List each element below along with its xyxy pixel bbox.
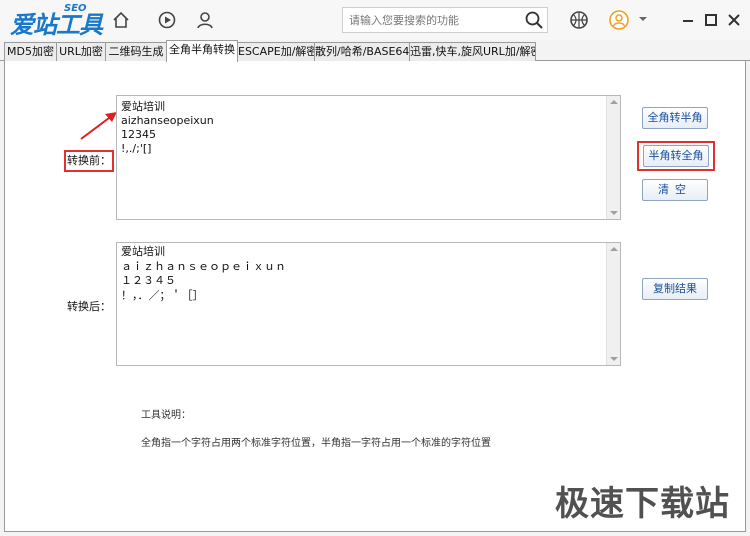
minimize-icon[interactable] <box>680 12 696 28</box>
notes-title: 工具说明： <box>141 410 191 421</box>
tab-thunder-url[interactable]: 迅雷,快车,旋风URL加/解密 <box>409 42 536 61</box>
tab-bar: MD5加密 URL加密 二维码生成 全角半角转换 ESCAPE加/解密 散列/哈… <box>0 40 750 62</box>
logo-seo: SEO <box>64 3 87 14</box>
copy-result-button[interactable]: 复制结果 <box>642 278 708 300</box>
search-box <box>342 7 548 33</box>
app-logo: 爱站工具包 SEO <box>10 3 103 74</box>
search-icon[interactable] <box>524 10 544 30</box>
full-to-half-button[interactable]: 全角转半角 <box>642 107 708 129</box>
home-icon[interactable] <box>110 9 132 31</box>
search-input[interactable] <box>349 11 519 29</box>
close-icon[interactable] <box>726 12 742 28</box>
output-line: ！，．／；＇［］ <box>121 288 204 302</box>
watermark: 极速下载站 <box>555 484 730 524</box>
scroll-up-icon[interactable] <box>610 247 618 251</box>
maximize-icon[interactable] <box>703 12 719 28</box>
input-line: !,./;'[] <box>121 142 152 155</box>
input-line: 爱站培训 <box>121 100 165 113</box>
clear-button[interactable]: 清空 <box>642 179 708 201</box>
input-line: 12345 <box>121 128 156 141</box>
basketball-icon[interactable] <box>568 9 590 31</box>
scroll-down-icon[interactable] <box>610 357 618 361</box>
output-line: 爱站培训 <box>121 245 165 258</box>
notes-text: 全角指一个字符占用两个标准字符位置，半角指一字符占用一个标准的字符位置 <box>141 438 491 449</box>
scroll-down-icon[interactable] <box>610 211 618 215</box>
input-textarea[interactable]: 爱站培训 aizhanseopeixun 12345 !,./;'[] <box>116 95 621 220</box>
output-line: ａｉｚｈａｎｓｅｏｐｅｉｘｕｎ <box>121 259 286 273</box>
tab-fullhalf[interactable]: 全角半角转换 <box>166 40 238 62</box>
tab-hash-base64[interactable]: 散列/哈希/BASE64 <box>314 42 410 61</box>
play-icon[interactable] <box>156 9 178 31</box>
tab-qrcode[interactable]: 二维码生成 <box>105 42 167 61</box>
tab-md5[interactable]: MD5加密 <box>4 42 57 61</box>
scroll-up-icon[interactable] <box>610 100 618 104</box>
user-avatar-icon[interactable] <box>608 9 630 31</box>
output-line: １２３４５ <box>121 274 176 287</box>
output-scrollbar[interactable] <box>606 243 620 365</box>
input-line: aizhanseopeixun <box>121 114 214 127</box>
tab-url[interactable]: URL加密 <box>56 42 106 61</box>
input-scrollbar[interactable] <box>606 96 620 219</box>
user-settings-icon[interactable] <box>194 9 216 31</box>
converter-panel: 转换前： 爱站培训 aizhanseopeixun 12345 !,./;'[]… <box>4 61 746 532</box>
highlight-box: 半角转全角 <box>637 141 715 171</box>
output-textarea[interactable]: 爱站培训 ａｉｚｈａｎｓｅｏｐｅｉｘｕｎ １２３４５ ！，．／；＇［］ <box>116 242 621 366</box>
red-arrow-annotation <box>80 112 117 140</box>
after-label: 转换后： <box>67 300 111 313</box>
before-label: 转换前： <box>64 150 114 172</box>
tab-escape[interactable]: ESCAPE加/解密 <box>237 42 315 61</box>
chevron-down-icon[interactable] <box>638 14 648 24</box>
title-bar: 爱站工具包 SEO <box>0 0 750 74</box>
half-to-full-button[interactable]: 半角转全角 <box>643 145 709 167</box>
